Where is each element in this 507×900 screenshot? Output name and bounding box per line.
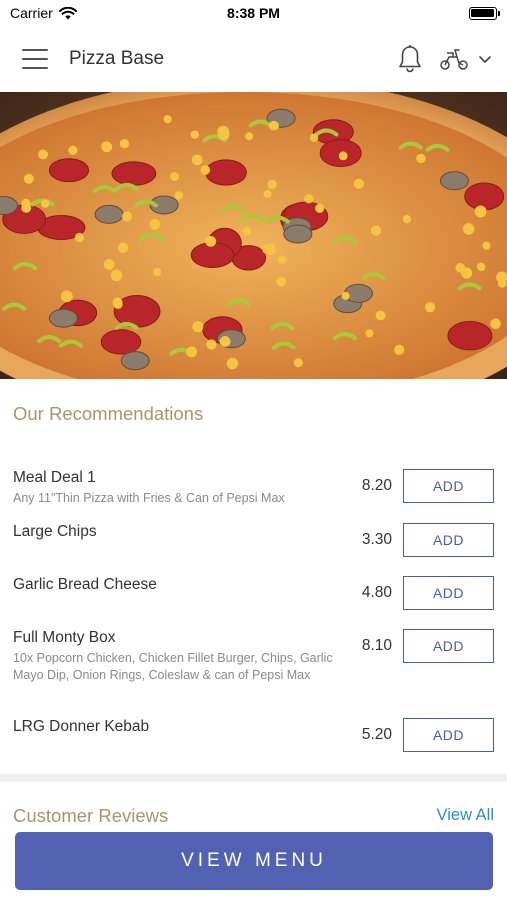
add-button[interactable]: ADD (403, 629, 494, 663)
scooter-icon (440, 49, 468, 70)
item-price: 8.20 (361, 477, 392, 494)
wifi-icon (58, 6, 77, 19)
page-title: Pizza Base (69, 48, 165, 69)
view-menu-button[interactable]: VIEW MENU (15, 832, 493, 890)
recommendations-section: Our Recommendations Meal Deal 1 Any 11"T… (0, 379, 507, 774)
chevron-down-icon (479, 56, 491, 63)
delivery-mode-button[interactable] (439, 47, 493, 71)
add-button[interactable]: ADD (403, 576, 494, 610)
menu-item-full-monty-box: Full Monty Box 10x Popcorn Chicken, Chic… (13, 629, 498, 684)
menu-item-meal-deal-1: Meal Deal 1 Any 11"Thin Pizza with Fries… (13, 469, 498, 507)
menu-item-large-chips: Large Chips 3.30 ADD (13, 523, 498, 557)
status-left: Carrier (10, 5, 160, 21)
menu-icon[interactable] (22, 49, 48, 69)
bell-icon (399, 45, 421, 73)
status-time: 8:38 PM (227, 5, 280, 21)
notifications-button[interactable] (397, 44, 423, 74)
status-bar: Carrier 8:38 PM (0, 0, 507, 26)
nav-icons (397, 44, 493, 74)
carrier-label: Carrier (10, 5, 53, 21)
pizza-photo (0, 92, 507, 379)
status-right (347, 6, 500, 20)
item-description: 10x Popcorn Chicken, Chicken Fillet Burg… (13, 651, 333, 682)
battery-icon (468, 6, 500, 20)
item-description: Any 11"Thin Pizza with Fries & Can of Pe… (13, 491, 285, 505)
add-button[interactable]: ADD (403, 718, 494, 752)
add-button[interactable]: ADD (403, 523, 494, 557)
menu-item-garlic-bread-cheese: Garlic Bread Cheese 4.80 ADD (13, 576, 498, 610)
section-divider (0, 774, 507, 782)
footer-bar: VIEW MENU (0, 822, 507, 900)
item-price: 3.30 (361, 531, 392, 548)
item-price: 5.20 (361, 726, 392, 743)
add-button[interactable]: ADD (403, 469, 494, 503)
item-price: 4.80 (361, 584, 392, 601)
nav-bar: Pizza Base (0, 26, 507, 92)
hero-image (0, 92, 507, 379)
recommendations-title: Our Recommendations (13, 403, 204, 424)
menu-item-lrg-donner-kebab: LRG Donner Kebab 5.20 ADD (13, 718, 498, 752)
item-price: 8.10 (361, 637, 392, 654)
